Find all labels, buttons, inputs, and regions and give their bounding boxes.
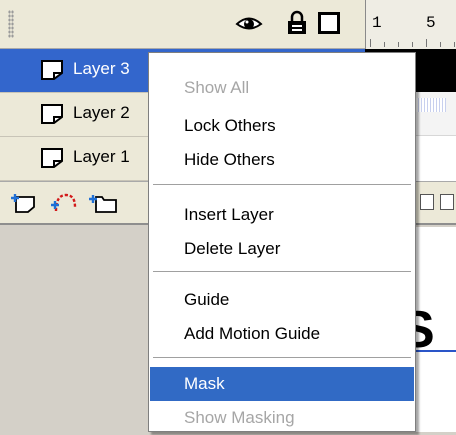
layer-name: Layer 1 [73, 147, 130, 166]
ruler-tick [426, 39, 427, 47]
ruler-tick [398, 42, 399, 47]
panel-grip-handle[interactable] [8, 10, 14, 38]
menu-item-mask[interactable]: Mask [150, 367, 414, 401]
layer-icon [40, 103, 64, 125]
menu-separator [153, 271, 411, 273]
menu-separator [153, 184, 411, 186]
menu-item-hide-others[interactable]: Hide Others [150, 143, 414, 177]
frame-ruler: 1 5 [365, 0, 456, 49]
ruler-label: 1 [372, 14, 382, 32]
menu-item-delete-layer[interactable]: Delete Layer [150, 232, 414, 266]
insert-layer-icon[interactable] [10, 192, 36, 218]
menu-item-insert-layer[interactable]: Insert Layer [150, 198, 414, 232]
menu-item-lock-others[interactable]: Lock Others [150, 109, 414, 143]
menu-item-show-all: Show All [184, 78, 250, 97]
insert-layer-folder-icon[interactable] [88, 191, 118, 219]
menu-item-guide[interactable]: Guide [150, 283, 414, 317]
frame-view-icon[interactable] [420, 194, 434, 210]
ruler-tick [412, 42, 413, 47]
ruler-tick [384, 42, 385, 47]
layer-icon [40, 147, 64, 169]
ruler-tick [454, 42, 455, 47]
layer-name: Layer 2 [73, 103, 130, 122]
outline-icon[interactable] [318, 12, 340, 34]
menu-item-add-motion-guide[interactable]: Add Motion Guide [150, 317, 414, 351]
menu-item-show-masking: Show Masking [184, 408, 295, 427]
ruler-tick [370, 39, 371, 47]
ruler-label: 5 [426, 14, 436, 32]
ruler-tick [440, 42, 441, 47]
add-motion-guide-icon[interactable] [50, 191, 78, 219]
layer-context-menu: Show All Lock Others Hide Others Insert … [148, 52, 416, 432]
menu-separator [153, 357, 411, 359]
lock-icon[interactable] [286, 10, 308, 40]
timeline-header [0, 0, 365, 49]
layer-icon [40, 59, 64, 81]
frame-view-icon[interactable] [440, 194, 454, 210]
eye-icon[interactable] [235, 13, 263, 39]
layer-name: Layer 3 [73, 59, 130, 78]
